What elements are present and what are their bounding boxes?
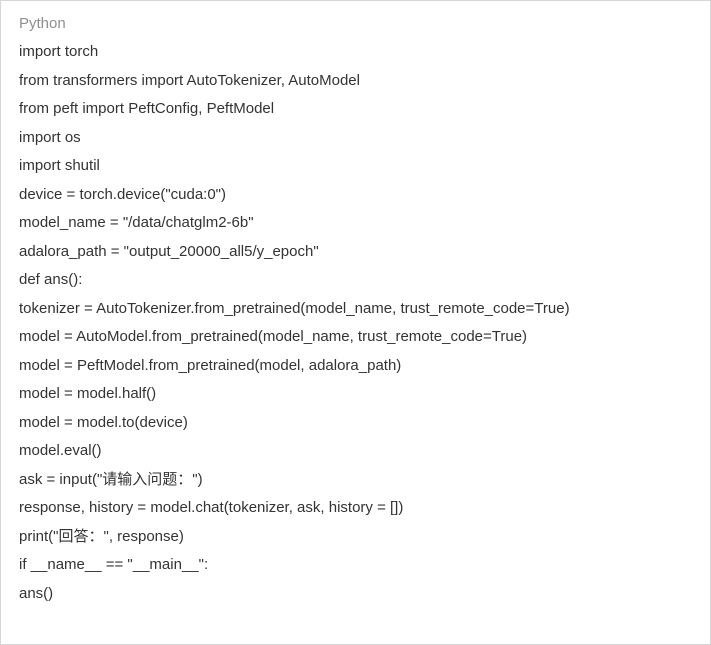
- code-line: print("回答：", response): [19, 523, 692, 552]
- code-line: model = PeftModel.from_pretrained(model,…: [19, 352, 692, 381]
- code-line: model_name = "/data/chatglm2-6b": [19, 209, 692, 238]
- code-line: adalora_path = "output_20000_all5/y_epoc…: [19, 238, 692, 267]
- code-block: Python import torch from transformers im…: [0, 0, 711, 645]
- code-line: import torch: [19, 38, 692, 67]
- code-line: if __name__ == "__main__":: [19, 551, 692, 580]
- code-line: model.eval(): [19, 437, 692, 466]
- code-line: from transformers import AutoTokenizer, …: [19, 67, 692, 96]
- code-line: model = model.to(device): [19, 409, 692, 438]
- code-line: model = AutoModel.from_pretrained(model_…: [19, 323, 692, 352]
- code-line: import shutil: [19, 152, 692, 181]
- code-line: response, history = model.chat(tokenizer…: [19, 494, 692, 523]
- code-line: ask = input("请输入问题："): [19, 466, 692, 495]
- code-line: import os: [19, 124, 692, 153]
- code-line: tokenizer = AutoTokenizer.from_pretraine…: [19, 295, 692, 324]
- code-line: model = model.half(): [19, 380, 692, 409]
- code-line: device = torch.device("cuda:0"): [19, 181, 692, 210]
- language-label: Python: [19, 15, 692, 32]
- code-line: def ans():: [19, 266, 692, 295]
- code-line: from peft import PeftConfig, PeftModel: [19, 95, 692, 124]
- code-line: ans(): [19, 580, 692, 609]
